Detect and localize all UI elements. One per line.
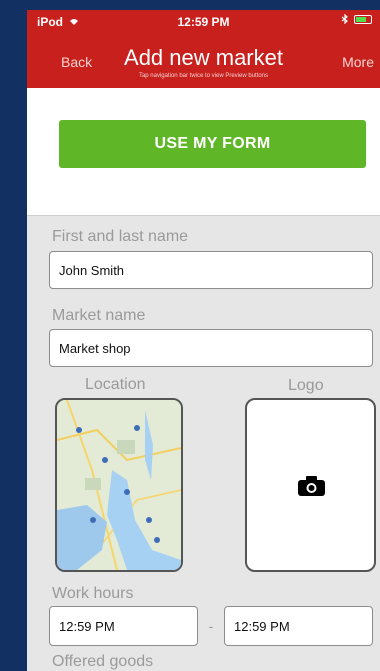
top-background [27, 0, 380, 10]
market-name-value: Market shop [59, 340, 131, 356]
name-field[interactable]: John Smith [49, 251, 373, 289]
nav-hint: Tap navigation bar twice to view Preview… [138, 73, 269, 79]
work-hours-end-field[interactable]: 12:59 PM [224, 606, 373, 646]
location-label: Location [85, 376, 146, 393]
use-my-form-button[interactable]: USE MY FORM [59, 120, 366, 168]
offered-goods-label: Offered goods [52, 653, 154, 670]
market-name-label: Market name [52, 307, 146, 324]
location-map[interactable] [55, 398, 183, 572]
map-thumbnail [57, 400, 181, 570]
status-bar: iPod 12:59 PM [27, 10, 380, 32]
camera-icon [298, 476, 325, 496]
name-value: John Smith [59, 262, 125, 278]
more-button[interactable]: More [342, 54, 374, 70]
page-title: Add new market [124, 45, 283, 70]
phone-screen: iPod 12:59 PM Back Add new market Tap na… [27, 0, 380, 671]
navigation-bar: Back Add new market Tap navigation bar t… [27, 32, 380, 88]
bluetooth-icon [341, 14, 348, 24]
battery-icon [354, 14, 372, 24]
work-hours-end-value: 12:59 PM [234, 618, 290, 634]
logo-label: Logo [288, 377, 324, 394]
time-separator: - [208, 618, 214, 634]
name-label: First and last name [52, 228, 189, 245]
logo-upload[interactable] [245, 398, 376, 572]
status-time: 12:59 PM [177, 15, 230, 29]
form-button-panel: USE MY FORM [27, 88, 380, 216]
background-strip [0, 0, 27, 671]
work-hours-start-field[interactable]: 12:59 PM [49, 606, 198, 646]
market-name-field[interactable]: Market shop [49, 329, 373, 367]
status-indicators [341, 14, 372, 24]
work-hours-start-value: 12:59 PM [59, 618, 115, 634]
work-hours-label: Work hours [52, 585, 134, 602]
